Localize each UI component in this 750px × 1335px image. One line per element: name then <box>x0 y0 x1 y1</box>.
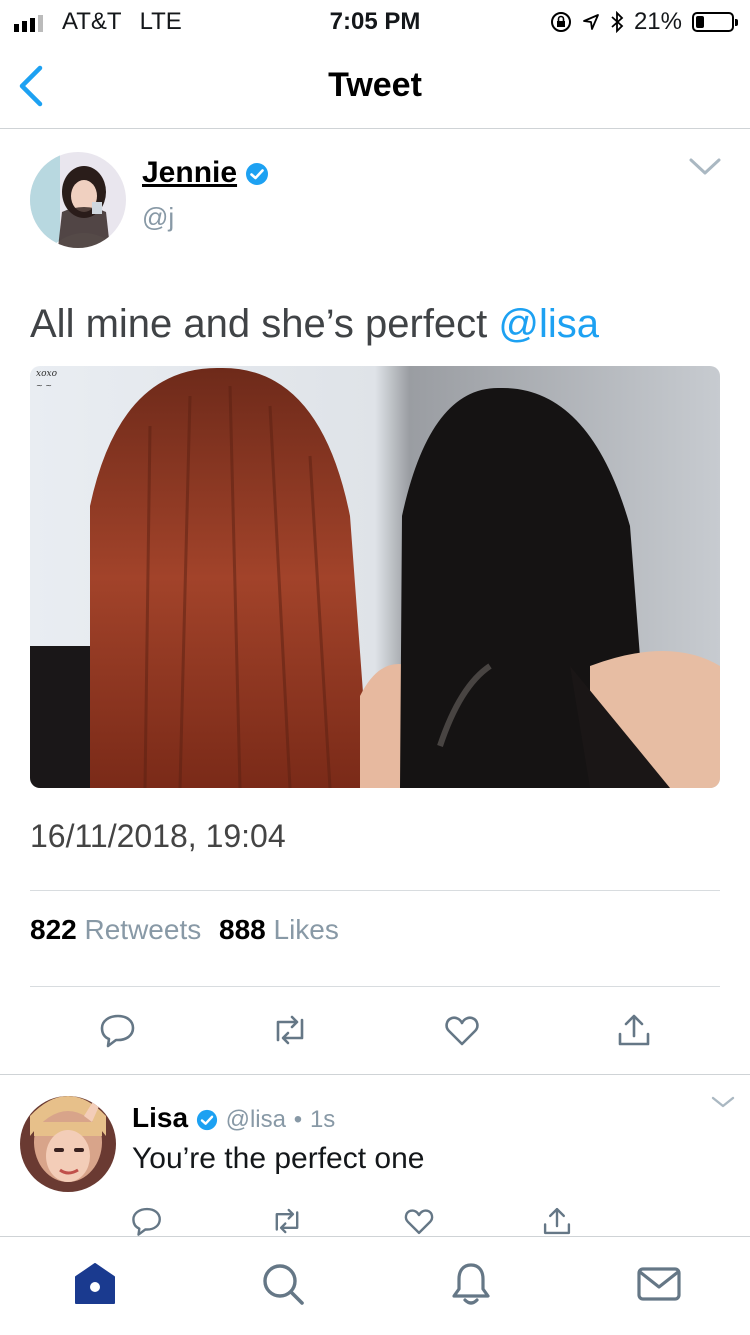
search-icon[interactable] <box>258 1259 308 1309</box>
share-icon[interactable] <box>614 1010 654 1050</box>
chevron-down-icon[interactable] <box>688 156 722 178</box>
tweet-photo[interactable]: xoxo ~ ~ <box>30 366 720 788</box>
retweet-icon[interactable] <box>270 1010 310 1050</box>
nav-bar: Tweet <box>0 44 750 129</box>
tweet-text: All mine and she’s perfect @lisa <box>30 302 599 347</box>
share-icon[interactable] <box>540 1204 574 1238</box>
divider <box>30 890 720 891</box>
tweet-body: All mine and she’s perfect <box>30 302 488 346</box>
home-icon[interactable] <box>70 1259 120 1309</box>
reply-text: You’re the perfect one <box>132 1142 425 1175</box>
battery-icon <box>692 12 738 32</box>
battery-percent: 21% <box>633 8 682 35</box>
notifications-icon[interactable] <box>446 1259 496 1309</box>
svg-text:~ ~: ~ ~ <box>36 381 52 390</box>
reply-header[interactable]: Lisa @lisa • 1s <box>132 1102 335 1134</box>
author-handle: @j <box>142 202 175 232</box>
bluetooth-icon <box>611 11 624 33</box>
section-divider <box>0 1074 750 1075</box>
author-avatar[interactable] <box>30 152 126 248</box>
tweet-timestamp: 16/11/2018, 19:04 <box>30 818 286 854</box>
status-bar: AT&T LTE 7:05 PM 21% <box>0 0 750 40</box>
messages-icon[interactable] <box>634 1259 684 1309</box>
chevron-down-icon[interactable] <box>710 1094 736 1110</box>
reply-author-handle: @lisa <box>225 1106 286 1133</box>
retweets-label[interactable]: Retweets <box>85 914 202 945</box>
like-icon[interactable] <box>402 1204 436 1238</box>
engagement-counts: 822 Retweets 888 Likes <box>30 914 339 946</box>
mention-link[interactable]: @lisa <box>498 302 599 346</box>
reply-avatar[interactable] <box>20 1096 116 1192</box>
likes-count[interactable]: 888 <box>219 914 266 945</box>
reply-icon[interactable] <box>130 1204 164 1238</box>
author-name-row[interactable]: Jennie <box>142 156 269 190</box>
like-icon[interactable] <box>442 1010 482 1050</box>
author-name[interactable]: Jennie <box>142 156 237 189</box>
reply-icon[interactable] <box>98 1010 138 1050</box>
svg-text:xoxo: xoxo <box>36 369 58 379</box>
verified-badge-icon <box>246 163 269 186</box>
location-icon <box>583 14 599 30</box>
likes-label[interactable]: Likes <box>274 914 339 945</box>
tab-bar <box>0 1236 750 1335</box>
verified-badge-icon <box>196 1109 217 1130</box>
orientation-lock-icon <box>550 12 571 32</box>
divider <box>30 986 720 987</box>
retweets-count[interactable]: 822 <box>30 914 77 945</box>
retweet-icon[interactable] <box>270 1204 304 1238</box>
reply-separator: • <box>293 1106 303 1133</box>
status-right: 21% <box>550 8 738 36</box>
reply-author-name[interactable]: Lisa <box>132 1102 188 1133</box>
reply-age: 1s <box>309 1106 336 1133</box>
page-title: Tweet <box>328 66 422 104</box>
